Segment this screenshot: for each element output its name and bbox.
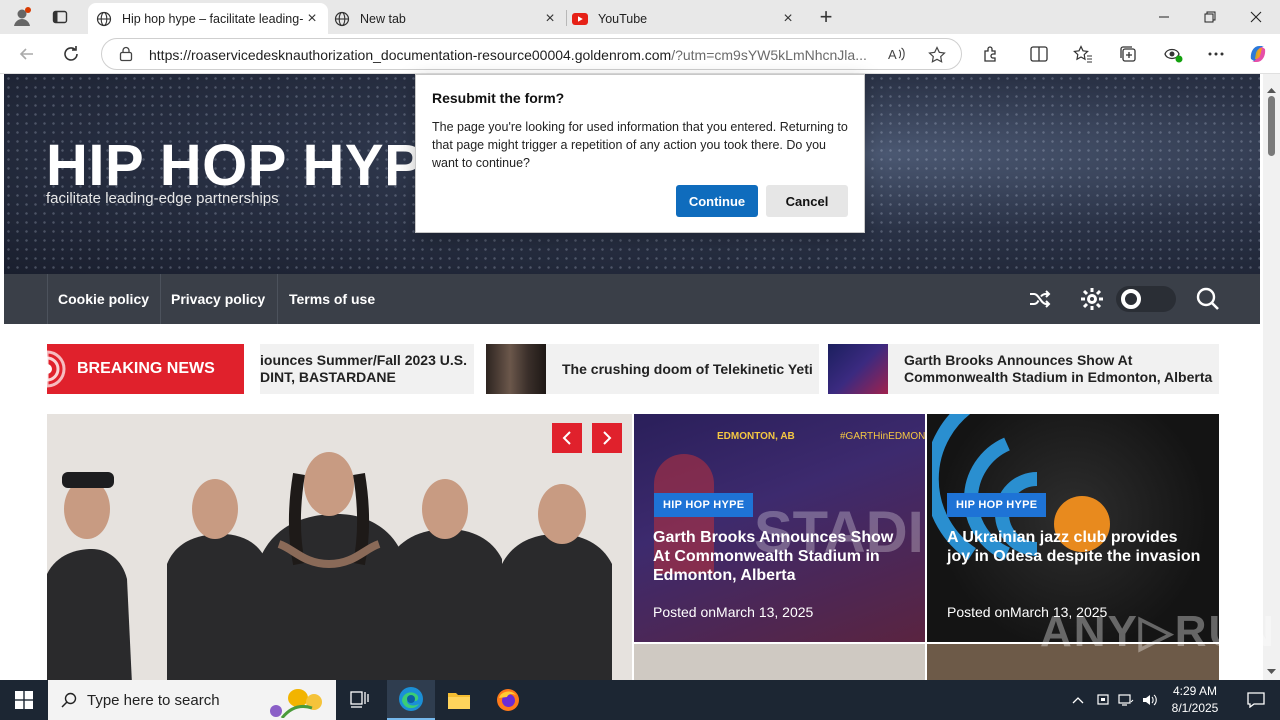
search-flowers-decoration: [270, 689, 322, 718]
page-scrollbar[interactable]: [1263, 74, 1280, 680]
clock-time: 4:29 AM: [1172, 684, 1218, 698]
toggle-knob: [1121, 289, 1141, 309]
ticker-title: The crushing doom of Telekinetic Yeti: [562, 361, 813, 377]
restore-icon[interactable]: [1187, 0, 1233, 34]
url-text: https://roaservicedesknauthorization_doc…: [149, 47, 867, 63]
tab-title: New tab: [360, 11, 406, 26]
ticker-title: iounces Summer/Fall 2023 U.S. DINT, BAST…: [260, 352, 467, 385]
ticker-item[interactable]: iounces Summer/Fall 2023 U.S. DINT, BAST…: [260, 344, 474, 394]
shuffle-icon[interactable]: [1028, 287, 1052, 311]
more-menu-icon[interactable]: [1200, 38, 1232, 70]
show-hidden-icons[interactable]: [1066, 680, 1090, 720]
close-tab-icon[interactable]: ×: [542, 10, 558, 27]
band-photo: [47, 414, 632, 680]
article-date: Posted onMarch 13, 2025: [653, 604, 814, 620]
article-card[interactable]: [634, 644, 925, 680]
close-window-icon[interactable]: [1233, 0, 1279, 34]
back-icon[interactable]: [11, 38, 43, 70]
tab-strip: Hip hop hype – facilitate leading- × New…: [0, 0, 1280, 34]
browser-toolbar: https://roaservicedesknauthorization_doc…: [0, 34, 1280, 74]
slider-next-button[interactable]: [592, 423, 622, 453]
device-icon[interactable]: [1092, 680, 1114, 720]
anyrun-watermark: ANY▷RUN: [1040, 607, 1277, 656]
article-title[interactable]: A Ukrainian jazz club provides joy in Od…: [947, 528, 1202, 566]
firefox-icon[interactable]: [484, 680, 532, 720]
breaking-news-label: BREAKING NEWS: [47, 344, 244, 394]
cancel-button[interactable]: Cancel: [766, 185, 848, 217]
collections-icon[interactable]: [1112, 38, 1144, 70]
search-placeholder: Type here to search: [87, 691, 220, 709]
tab-title: Hip hop hype – facilitate leading-: [122, 11, 304, 26]
nav-cookie-policy[interactable]: Cookie policy: [47, 274, 160, 324]
continue-button[interactable]: Continue: [676, 185, 758, 217]
tab-actions-icon[interactable]: [44, 1, 76, 33]
start-button[interactable]: [0, 680, 48, 720]
site-title[interactable]: HIP HOP HYPE: [46, 132, 462, 199]
taskbar-clock[interactable]: 4:29 AM 8/1/2025: [1160, 683, 1230, 717]
copilot-icon[interactable]: [1242, 38, 1274, 70]
nav-privacy-policy[interactable]: Privacy policy: [160, 274, 276, 324]
edge-taskbar-icon[interactable]: [387, 680, 435, 720]
article-card[interactable]: EDMONTON, AB #GARTHinEDMONT STADIUM HIP …: [634, 414, 925, 642]
breaking-news-icon: [47, 350, 66, 388]
dark-mode-toggle[interactable]: [1116, 286, 1176, 312]
globe-icon: [96, 11, 112, 27]
refresh-icon[interactable]: [55, 38, 87, 70]
article-title[interactable]: Garth Brooks Announces Show At Commonwea…: [653, 528, 908, 585]
category-badge[interactable]: HIP HOP HYPE: [947, 493, 1047, 517]
browser-essentials-icon[interactable]: [1157, 38, 1189, 70]
ticker-item[interactable]: Garth Brooks Announces Show At Commonwea…: [828, 344, 1219, 394]
file-explorer-icon[interactable]: [435, 680, 483, 720]
ticker-item[interactable]: The crushing doom of Telekinetic Yeti: [486, 344, 819, 394]
new-tab-icon[interactable]: +: [810, 1, 842, 33]
close-tab-icon[interactable]: ×: [304, 10, 320, 27]
dialog-message: The page you're looking for used informa…: [432, 120, 848, 170]
favorite-star-icon[interactable]: [928, 46, 946, 69]
read-aloud-icon[interactable]: A: [888, 46, 906, 67]
tab-title: YouTube: [598, 11, 648, 26]
theme-sun-icon[interactable]: [1080, 287, 1104, 311]
volume-icon[interactable]: [1139, 680, 1161, 720]
notification-center-icon[interactable]: [1232, 680, 1280, 720]
address-bar[interactable]: https://roaservicedesknauthorization_doc…: [101, 38, 962, 70]
minimize-icon[interactable]: [1141, 0, 1187, 34]
ticker-title: Garth Brooks Announces Show At Commonwea…: [904, 352, 1213, 385]
search-icon: [61, 692, 77, 708]
ticker-thumbnail: [486, 344, 546, 394]
favorites-icon[interactable]: [1067, 38, 1099, 70]
taskbar-search-input[interactable]: Type here to search: [48, 680, 336, 720]
featured-slider-image[interactable]: [47, 414, 632, 680]
breaking-news-text: BREAKING NEWS: [77, 360, 215, 377]
card-image-hashtag: #GARTHinEDMONT: [840, 431, 925, 442]
dialog-title: Resubmit the form?: [432, 90, 565, 106]
windows-taskbar: Type here to search 4:29 AM 8/1/2025: [0, 680, 1280, 720]
task-view-icon[interactable]: [336, 680, 384, 720]
tab-hiphop[interactable]: Hip hop hype – facilitate leading- ×: [88, 3, 328, 34]
site-info-icon[interactable]: [118, 46, 134, 67]
scrollbar-thumb[interactable]: [1268, 96, 1275, 156]
nav-terms-of-use[interactable]: Terms of use: [278, 274, 386, 324]
globe-icon: [334, 11, 350, 27]
category-badge[interactable]: HIP HOP HYPE: [654, 493, 754, 517]
split-screen-icon[interactable]: [1023, 38, 1055, 70]
profile-icon[interactable]: [6, 1, 38, 33]
site-tagline: facilitate leading-edge partnerships: [46, 190, 279, 207]
youtube-icon: [572, 11, 588, 27]
card-image-text: EDMONTON, AB: [717, 431, 795, 442]
slider-prev-button[interactable]: [552, 423, 582, 453]
search-icon[interactable]: [1196, 287, 1220, 311]
close-tab-icon[interactable]: ×: [780, 10, 796, 27]
ticker-thumbnail: [828, 344, 888, 394]
tab-new-tab[interactable]: New tab ×: [326, 3, 566, 34]
resubmit-form-dialog: Resubmit the form? The page you're looki…: [415, 74, 865, 233]
clock-date: 8/1/2025: [1171, 701, 1219, 715]
scroll-down-icon[interactable]: [1267, 662, 1276, 680]
network-icon[interactable]: [1115, 680, 1137, 720]
tab-youtube[interactable]: YouTube ×: [564, 3, 804, 34]
main-nav: Cookie policy Privacy policy Terms of us…: [4, 274, 1260, 324]
extensions-icon[interactable]: [975, 38, 1007, 70]
svg-text:A: A: [888, 47, 897, 62]
